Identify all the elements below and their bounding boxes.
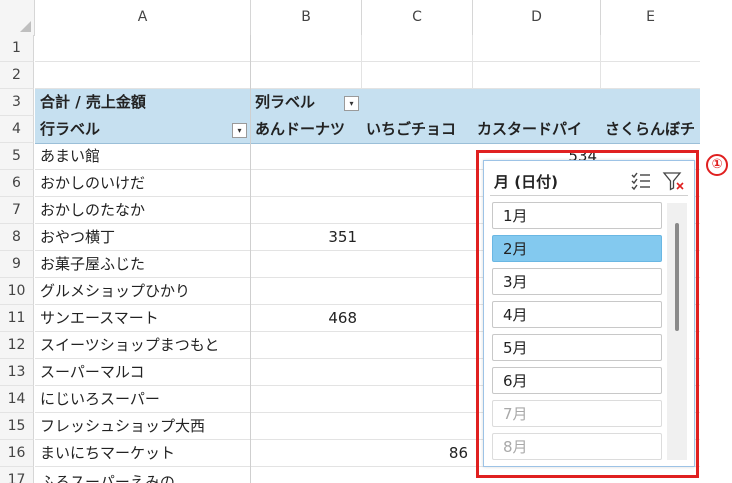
column-header-a[interactable]: A: [35, 0, 251, 35]
column-header-c[interactable]: C: [362, 0, 473, 35]
column-divider: [250, 35, 251, 483]
pivot-row-item: スイーツショップまつもと: [40, 336, 220, 354]
pivot-row-item: おかしのいけだ: [40, 174, 146, 192]
slicer-item-jun[interactable]: 6月: [492, 367, 662, 394]
pivot-row-item: おかしのたなか: [40, 201, 146, 219]
pivot-row-item: まいにちマーケット: [40, 444, 176, 462]
pivot-row-item: お菓子屋ふじた: [40, 255, 146, 273]
multi-select-icon[interactable]: [630, 170, 652, 192]
column-header-d[interactable]: D: [473, 0, 601, 35]
row-filter-active-icon[interactable]: ▾: [232, 123, 247, 138]
row-header[interactable]: 2: [0, 62, 34, 89]
slicer-item-may[interactable]: 5月: [492, 334, 662, 361]
pivot-column-item: カスタードパイ: [477, 120, 583, 138]
row-header[interactable]: 6: [0, 170, 34, 197]
row-header[interactable]: 5: [0, 143, 34, 170]
pivot-row-item: にじいろスーパー: [40, 390, 160, 408]
pivot-row-item: グルメショップひかり: [40, 282, 191, 300]
slicer-item-jul[interactable]: 7月: [492, 400, 662, 427]
pivot-row-item: スーパーマルコ: [40, 363, 145, 381]
column-divider: [361, 35, 362, 89]
pivot-column-item: さくらんぼチ: [605, 120, 696, 138]
row-header[interactable]: 13: [0, 359, 34, 386]
select-all-triangle-icon: [20, 21, 31, 32]
row-header[interactable]: 12: [0, 332, 34, 359]
row-header[interactable]: 7: [0, 197, 34, 224]
pivot-row-item: ふるスーパーえみの: [40, 473, 175, 483]
month-slicer[interactable]: 月 (日付) 1月 2月 3月 4月 5月 6月 7月 8月: [483, 160, 695, 467]
slicer-item-apr[interactable]: 4月: [492, 301, 662, 328]
column-header-e[interactable]: E: [601, 0, 700, 35]
pivot-column-item: あんドーナツ: [255, 120, 346, 138]
column-divider: [600, 35, 601, 89]
pivot-row-item: サンエースマート: [40, 309, 159, 327]
slicer-header-divider: [490, 195, 688, 196]
row-header[interactable]: 16: [0, 440, 34, 467]
slicer-item-jan[interactable]: 1月: [492, 202, 662, 229]
clear-filter-icon[interactable]: [662, 170, 686, 192]
pivot-column-label: 列ラベル: [255, 93, 316, 111]
pivot-value-field-label: 合計 / 売上金額: [40, 93, 146, 111]
slicer-scrollbar-thumb[interactable]: [675, 223, 679, 331]
select-all-corner[interactable]: [0, 0, 35, 36]
pivot-value-cell[interactable]: 351: [251, 224, 357, 251]
pivot-row-item: おやつ横丁: [40, 228, 116, 246]
row-header[interactable]: 8: [0, 224, 34, 251]
row-header[interactable]: 1: [0, 35, 34, 62]
slicer-item-mar[interactable]: 3月: [492, 268, 662, 295]
pivot-value-cell[interactable]: 468: [251, 305, 357, 332]
row-header[interactable]: 10: [0, 278, 34, 305]
row-header[interactable]: 9: [0, 251, 34, 278]
row-header[interactable]: 15: [0, 413, 34, 440]
slicer-item-feb[interactable]: 2月: [492, 235, 662, 262]
slicer-item-aug[interactable]: 8月: [492, 433, 662, 460]
column-header-b[interactable]: B: [251, 0, 362, 35]
pivot-row-label: 行ラベル: [40, 120, 101, 138]
row-header[interactable]: 11: [0, 305, 34, 332]
row-header[interactable]: 17: [0, 467, 34, 483]
column-divider: [472, 35, 473, 89]
slicer-title: 月 (日付): [494, 173, 558, 191]
pivot-column-item: いちごチョコ: [366, 120, 457, 138]
pivot-row-item: あまい館: [40, 147, 101, 165]
pivot-value-cell[interactable]: 86: [362, 440, 468, 467]
pivot-row-item: フレッシュショップ大西: [40, 417, 206, 435]
row-header[interactable]: 4: [0, 116, 34, 143]
callout-marker: ①: [706, 154, 728, 176]
row-header[interactable]: 14: [0, 386, 34, 413]
column-filter-dropdown-icon[interactable]: ▾: [344, 96, 359, 111]
row-header[interactable]: 3: [0, 89, 34, 116]
